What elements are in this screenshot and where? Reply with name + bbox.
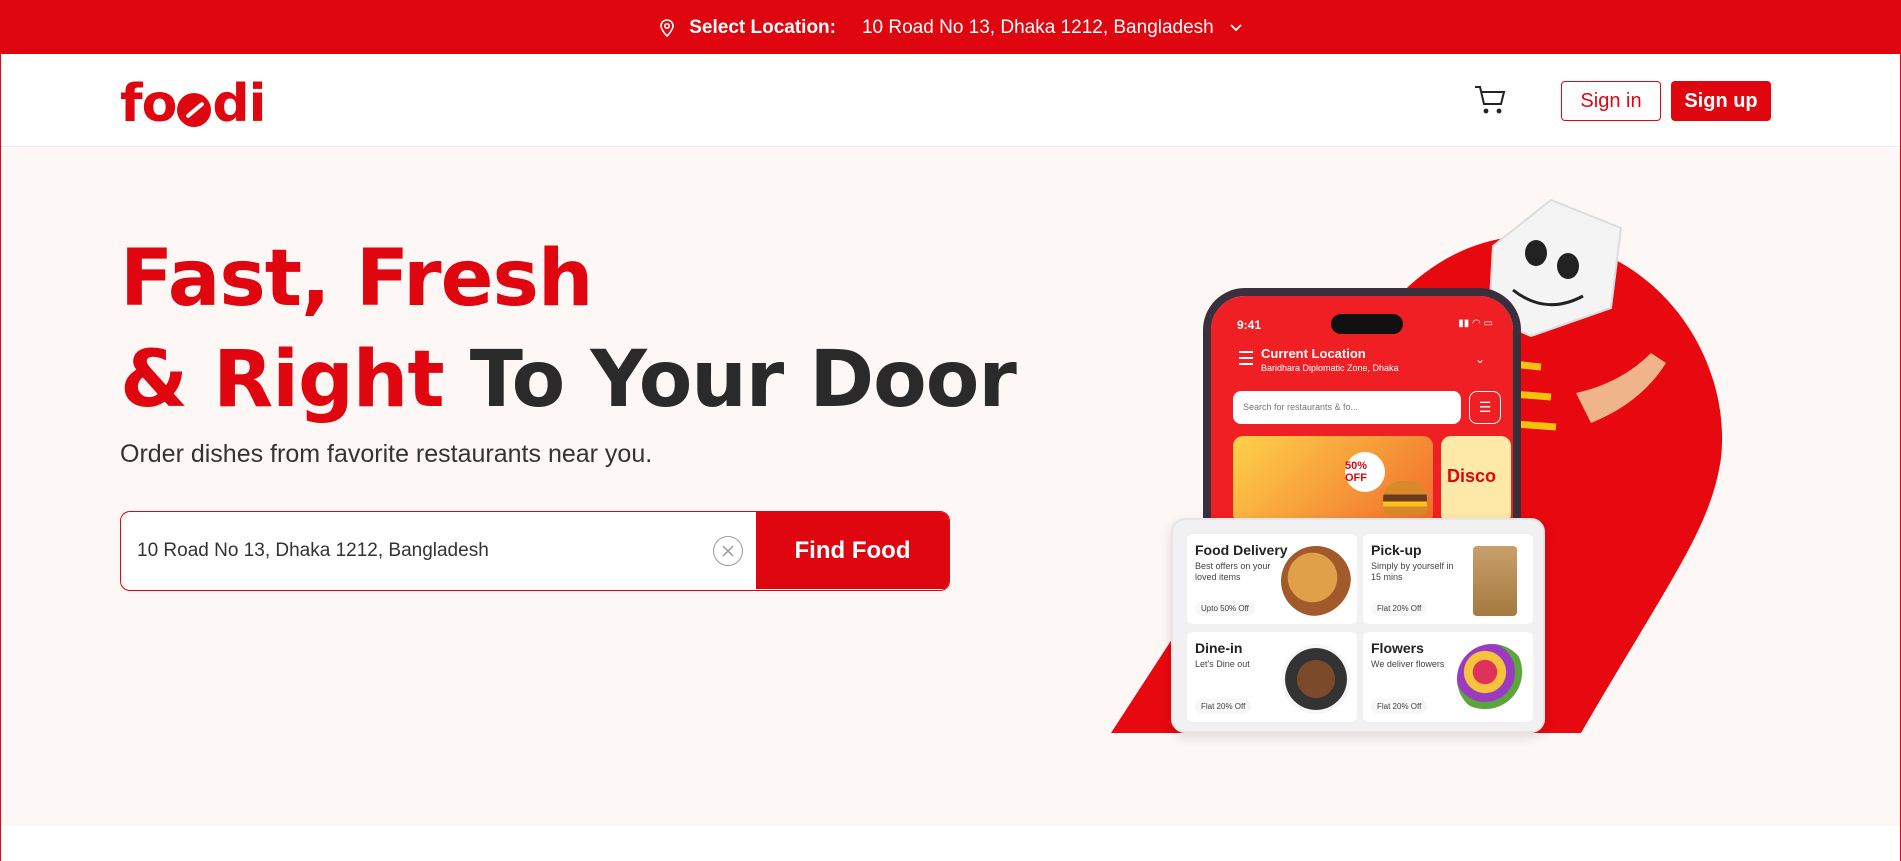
service-desc: We deliver flowers xyxy=(1371,659,1445,669)
cart-icon[interactable] xyxy=(1473,84,1507,116)
hero-illustration: 9:41 ▮▮ ◠ ▭ Current Location Baridhara D… xyxy=(1111,198,1731,733)
phone-notch xyxy=(1331,314,1403,334)
service-desc: Simply by yourself in 15 mins xyxy=(1371,561,1454,583)
phone-current-location: Current Location xyxy=(1261,346,1366,361)
service-tag: Upto 50% Off xyxy=(1195,601,1255,616)
services-card: Food Delivery Best offers on your loved … xyxy=(1171,518,1545,733)
service-tag: Flat 20% Off xyxy=(1371,699,1428,714)
status-icons: ▮▮ ◠ ▭ xyxy=(1458,318,1493,329)
clear-icon[interactable] xyxy=(713,536,743,566)
phone-address: Baridhara Diplomatic Zone, Dhaka xyxy=(1261,363,1399,373)
chevron-down-icon[interactable] xyxy=(1230,23,1242,32)
service-food-delivery: Food Delivery Best offers on your loved … xyxy=(1187,534,1357,624)
menu-icon xyxy=(1239,351,1253,369)
steak-plate-image xyxy=(1281,644,1351,714)
filter-icon: ☰ xyxy=(1469,391,1501,424)
page-bottom xyxy=(1,827,1900,861)
hero-section: Fast, Fresh & Right To Your Door Order d… xyxy=(1,148,1900,826)
hero-subtitle: Order dishes from favorite restaurants n… xyxy=(120,440,653,468)
location-bar[interactable]: Select Location: 10 Road No 13, Dhaka 12… xyxy=(1,1,1900,54)
service-desc: Let's Dine out xyxy=(1195,659,1250,669)
service-tag: Flat 20% Off xyxy=(1371,601,1428,616)
site-header: fo di Sign in Sign up xyxy=(1,54,1900,147)
service-dine-in: Dine-in Let's Dine out Flat 20% Off xyxy=(1187,632,1357,722)
foodi-logo[interactable]: fo di xyxy=(120,74,266,130)
service-desc: Best offers on your loved items xyxy=(1195,561,1271,583)
address-search-box: Find Food xyxy=(120,511,950,591)
find-food-button[interactable]: Find Food xyxy=(756,512,949,589)
location-pin-icon xyxy=(659,18,675,37)
flowers-image xyxy=(1457,644,1527,714)
hero-heading-rest: To Your Door xyxy=(443,335,1017,425)
paper-bag-image xyxy=(1473,546,1517,616)
sign-in-button[interactable]: Sign in xyxy=(1561,81,1661,121)
promo-badge: 50% OFF xyxy=(1345,452,1385,492)
service-tag: Flat 20% Off xyxy=(1195,699,1252,714)
biryani-image xyxy=(1281,546,1351,616)
hero-heading-line1: Fast, Fresh xyxy=(120,234,593,324)
promo-banner: 50% OFF xyxy=(1233,436,1433,524)
address-search-input[interactable] xyxy=(121,512,757,589)
hero-heading-highlight: & Right xyxy=(120,335,445,425)
phone-time: 9:41 xyxy=(1237,318,1262,332)
fork-o-icon xyxy=(177,93,212,127)
service-pick-up: Pick-up Simply by yourself in 15 mins Fl… xyxy=(1363,534,1533,624)
phone-app-header: 9:41 ▮▮ ◠ ▭ Current Location Baridhara D… xyxy=(1211,296,1513,536)
sign-up-button[interactable]: Sign up xyxy=(1671,81,1771,121)
hero-heading-line2: & Right To Your Door xyxy=(120,341,1017,419)
selected-address[interactable]: 10 Road No 13, Dhaka 1212, Bangladesh xyxy=(862,17,1214,39)
chevron-down-icon: ⌄ xyxy=(1474,352,1485,366)
promo-banner-2: Disco xyxy=(1441,436,1511,524)
burger-image xyxy=(1383,481,1427,515)
phone-search-bar: Search for restaurants & fo... xyxy=(1233,391,1461,424)
select-location-label: Select Location: xyxy=(689,16,836,38)
service-flowers: Flowers We deliver flowers Flat 20% Off xyxy=(1363,632,1533,722)
